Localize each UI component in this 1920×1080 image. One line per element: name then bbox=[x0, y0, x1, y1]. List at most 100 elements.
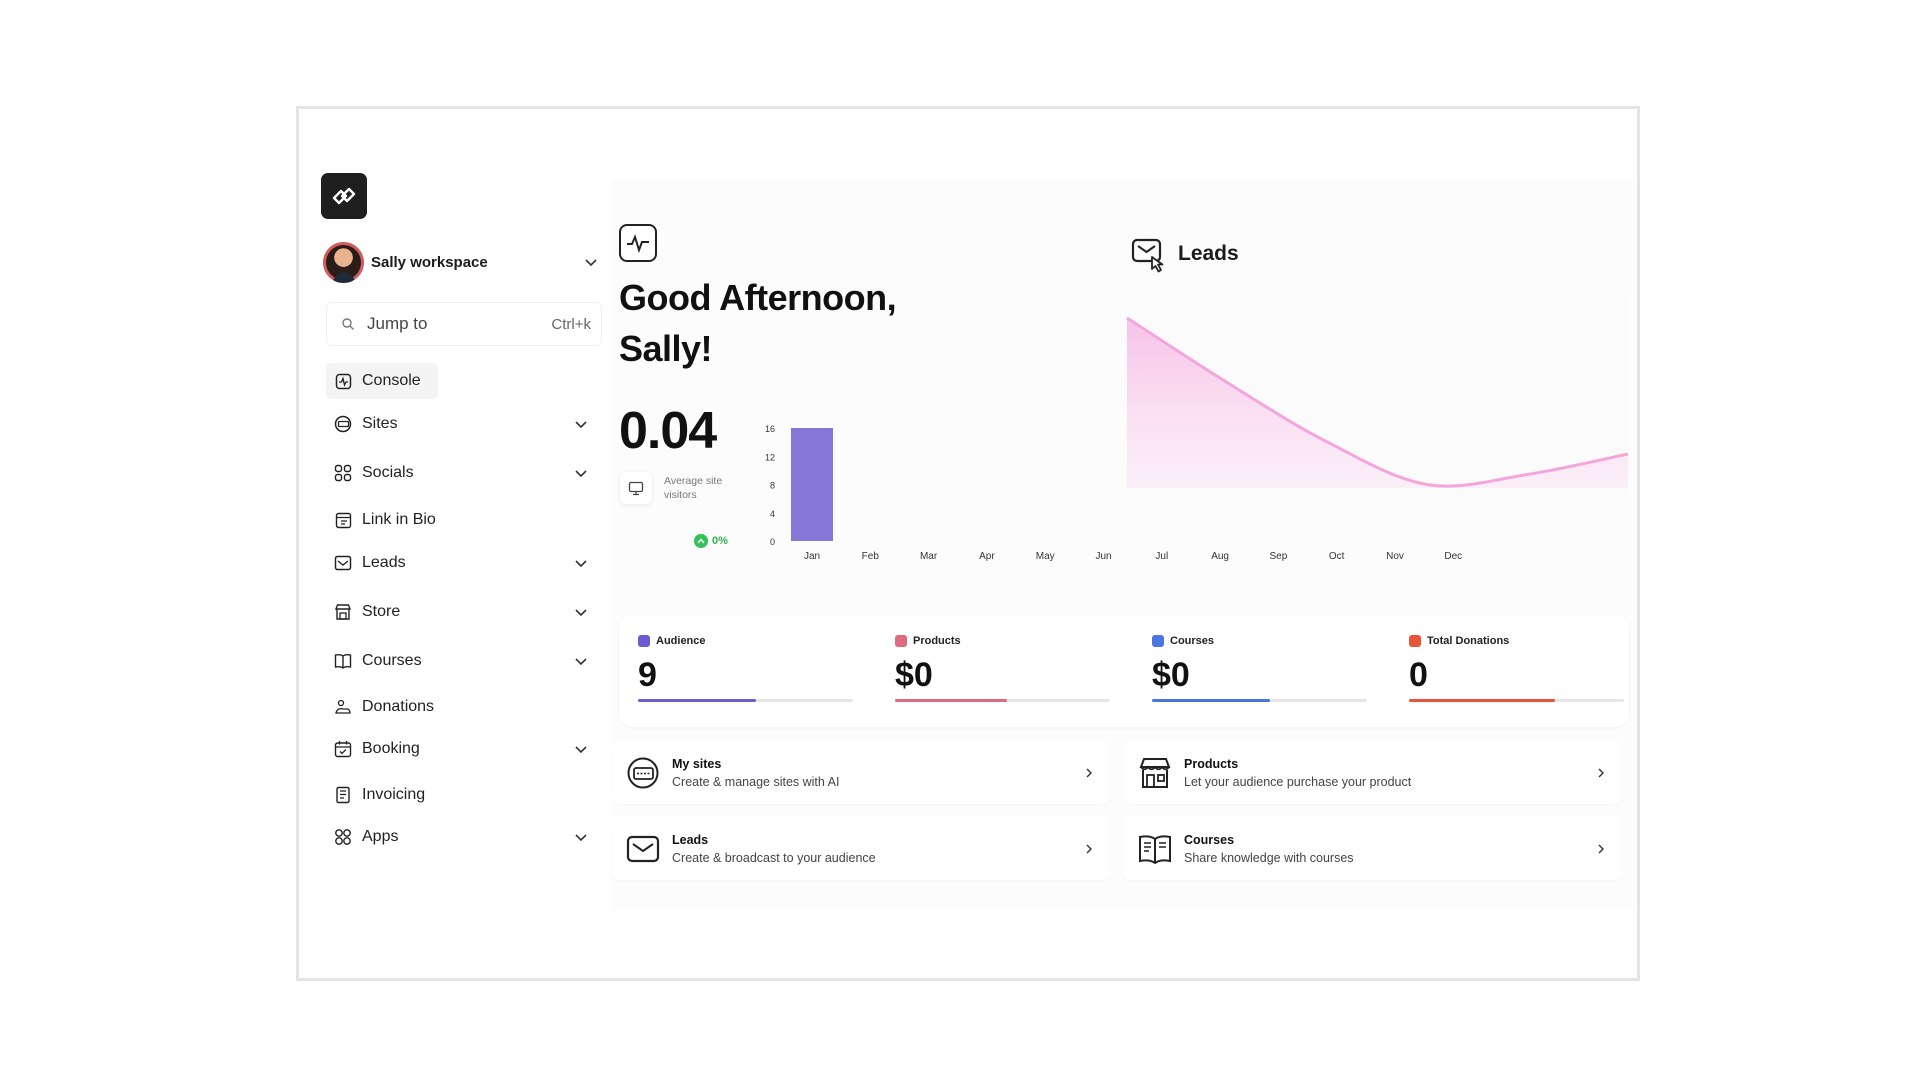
chevron-right-icon bbox=[1598, 844, 1604, 853]
chevron-right-icon bbox=[1086, 768, 1092, 777]
y-tick-label: 0 bbox=[770, 537, 775, 547]
book-icon bbox=[1136, 830, 1174, 868]
y-tick-label: 12 bbox=[765, 452, 775, 462]
card-subtitle: Create & manage sites with AI bbox=[672, 774, 840, 789]
card-title: Courses bbox=[1184, 832, 1235, 847]
sidebar-item-invoicing[interactable]: Invoicing bbox=[326, 777, 596, 813]
x-tick-label: Jul bbox=[1155, 551, 1168, 562]
chevron-down-icon bbox=[575, 560, 587, 568]
sidebar-item-label: Store bbox=[362, 603, 401, 620]
stat-total-donations[interactable]: Total Donations 0 bbox=[1409, 635, 1624, 702]
sidebar-item-donations[interactable]: Donations bbox=[326, 689, 596, 725]
stat-progress-track bbox=[638, 699, 853, 702]
stat-label: Total Donations bbox=[1427, 635, 1510, 647]
chevron-down-icon bbox=[575, 746, 587, 754]
stat-progress-fill bbox=[638, 699, 757, 702]
workspace-switcher[interactable]: Sally workspace bbox=[323, 241, 599, 283]
search-shortcut: Ctrl+k bbox=[551, 315, 591, 333]
greeting-line-1: Good Afternoon, bbox=[619, 277, 897, 318]
sidebar-item-booking[interactable]: Booking bbox=[326, 731, 596, 767]
sidebar-item-console[interactable]: Console bbox=[326, 363, 438, 399]
area-chart-svg bbox=[1126, 316, 1629, 488]
stat-audience[interactable]: Audience 9 bbox=[638, 635, 853, 702]
greeting: Good Afternoon, Sally! bbox=[619, 272, 897, 374]
stat-label: Courses bbox=[1170, 635, 1215, 647]
sidebar-item-link-in-bio[interactable]: Link in Bio bbox=[326, 502, 596, 538]
card-leads[interactable]: Leads Create & broadcast to your audience bbox=[612, 817, 1109, 880]
sidebar-item-sites[interactable]: Sites bbox=[326, 406, 596, 442]
stat-progress-fill bbox=[1409, 699, 1556, 702]
sidebar-item-label: Console bbox=[362, 372, 421, 389]
card-subtitle: Let your audience purchase your product bbox=[1184, 774, 1412, 789]
monitor-icon bbox=[620, 472, 652, 504]
card-products[interactable]: Products Let your audience purchase your … bbox=[1124, 741, 1621, 804]
workspace-name: Sally workspace bbox=[371, 253, 488, 271]
stat-value: $0 bbox=[1152, 656, 1190, 694]
x-tick-label: Feb bbox=[862, 551, 880, 562]
visitors-metric: Average site visitors bbox=[620, 472, 736, 504]
sidebar-item-store[interactable]: Store bbox=[326, 594, 596, 630]
sidebar-item-courses[interactable]: Courses bbox=[326, 643, 596, 679]
donations-stat-icon bbox=[1409, 635, 1421, 647]
sidebar-item-label: Donations bbox=[362, 698, 435, 715]
x-tick-label: Nov bbox=[1386, 551, 1404, 562]
stat-value: 9 bbox=[638, 656, 657, 694]
stats-card: Audience 9 Products $0 Courses $0 Total … bbox=[619, 615, 1629, 727]
x-tick-label: Apr bbox=[979, 551, 995, 562]
sidebar-item-label: Invoicing bbox=[362, 786, 426, 803]
greeting-line-2: Sally! bbox=[619, 328, 713, 369]
app-logo[interactable] bbox=[321, 173, 367, 219]
x-tick-label: Dec bbox=[1444, 551, 1462, 562]
sidebar-item-label: Courses bbox=[362, 652, 422, 669]
chevron-right-icon bbox=[1086, 844, 1092, 853]
sidebar-item-socials[interactable]: Socials bbox=[326, 455, 596, 491]
trend-up-icon bbox=[694, 534, 708, 548]
leads-icon bbox=[333, 553, 353, 573]
card-subtitle: Create & broadcast to your audience bbox=[672, 850, 876, 865]
x-tick-label: Oct bbox=[1329, 551, 1345, 562]
trend-badge: 0% bbox=[694, 534, 728, 548]
chevron-down-icon bbox=[575, 658, 587, 666]
stat-value: 0 bbox=[1409, 656, 1428, 694]
card-title: Leads bbox=[672, 832, 709, 847]
courses-icon bbox=[333, 651, 353, 671]
leads-header: Leads bbox=[1130, 235, 1239, 273]
y-tick-label: 16 bbox=[765, 424, 775, 434]
card-courses[interactable]: Courses Share knowledge with courses bbox=[1124, 817, 1621, 880]
sidebar-item-leads[interactable]: Leads bbox=[326, 545, 596, 581]
stat-progress-track bbox=[895, 699, 1110, 702]
stat-value: $0 bbox=[895, 656, 933, 694]
sidebar-item-label: Leads bbox=[362, 554, 406, 571]
sidebar-item-label: Socials bbox=[362, 464, 414, 481]
audience-icon bbox=[638, 635, 650, 647]
sidebar-item-label: Link in Bio bbox=[362, 511, 436, 528]
envelope-icon bbox=[624, 830, 662, 868]
sidebar-item-label: Sites bbox=[362, 415, 398, 432]
x-tick-label: Mar bbox=[920, 551, 938, 562]
search-input[interactable]: Jump to Ctrl+k bbox=[326, 302, 602, 346]
stat-products[interactable]: Products $0 bbox=[895, 635, 1110, 702]
stat-label: Audience bbox=[656, 635, 706, 647]
stat-progress-track bbox=[1152, 699, 1367, 702]
products-icon bbox=[895, 635, 907, 647]
card-title: My sites bbox=[672, 756, 722, 771]
leads-pointer-icon bbox=[1131, 238, 1164, 273]
courses-stat-icon bbox=[1152, 635, 1164, 647]
activity-icon bbox=[619, 224, 657, 262]
link-in-bio-icon bbox=[333, 510, 353, 530]
bar-jan[interactable] bbox=[791, 428, 833, 541]
y-tick-label: 8 bbox=[770, 481, 775, 491]
x-tick-label: Sep bbox=[1270, 551, 1288, 562]
stat-progress-fill bbox=[1152, 699, 1271, 702]
socials-icon bbox=[333, 463, 353, 483]
chevron-down-icon bbox=[585, 259, 597, 267]
storefront-icon bbox=[1136, 754, 1174, 792]
console-icon bbox=[333, 371, 353, 391]
sidebar-item-label: Booking bbox=[362, 740, 420, 757]
logo-icon bbox=[332, 187, 356, 205]
card-my-sites[interactable]: My sites Create & manage sites with AI bbox=[612, 741, 1109, 804]
stat-courses[interactable]: Courses $0 bbox=[1152, 635, 1367, 702]
x-tick-label: Aug bbox=[1211, 551, 1229, 562]
sidebar-item-apps[interactable]: Apps bbox=[326, 819, 596, 855]
booking-icon bbox=[333, 739, 353, 759]
